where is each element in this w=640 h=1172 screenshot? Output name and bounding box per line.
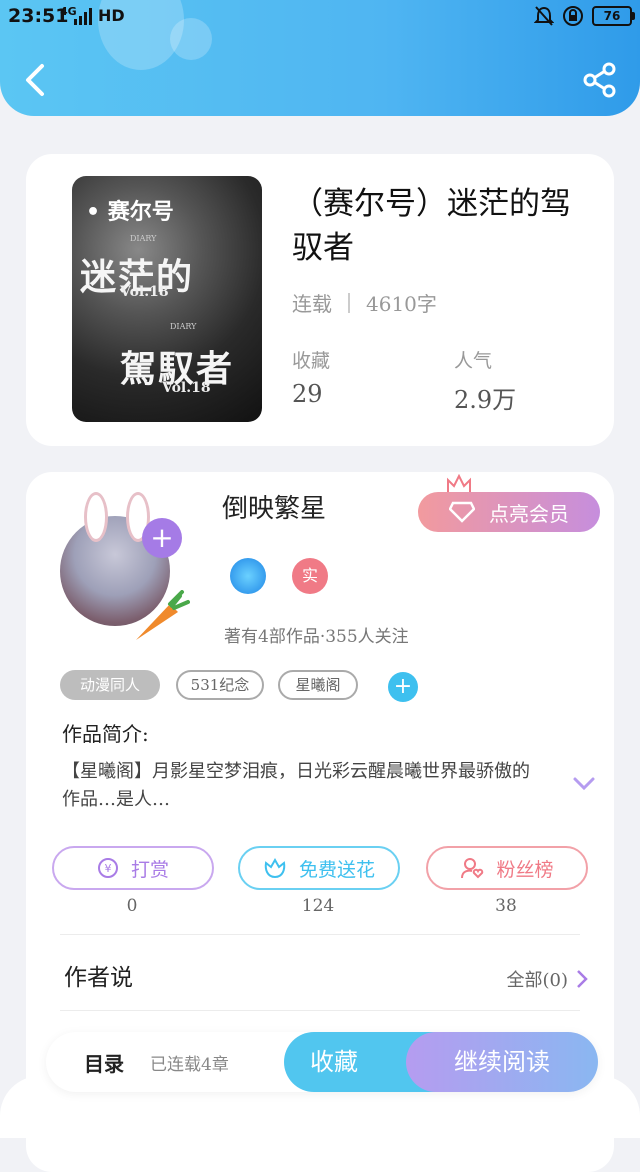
toc-button[interactable]: 目录 [84, 1048, 124, 1077]
bell-mute-icon [534, 6, 554, 26]
divider [60, 1010, 580, 1011]
author-name[interactable]: 倒映繁星 [222, 488, 326, 525]
activate-member-button[interactable]: 点亮会员 [418, 492, 600, 532]
book-meta: 连载 4610字 [292, 288, 437, 317]
fan-count: 38 [495, 896, 517, 916]
tag-531[interactable]: 531纪念 [176, 670, 264, 700]
book-info-card: • 赛尔号 DIARY 迷茫的 Vol.18 DIARY 駕馭者 Vol.18 … [26, 154, 614, 446]
tip-label: 打赏 [130, 858, 169, 881]
yen-icon: ¥ [97, 858, 118, 878]
follow-plus-button[interactable]: + [142, 518, 182, 558]
tip-count: 0 [126, 896, 138, 916]
chevron-right-icon [577, 970, 588, 988]
cover-diary-label: DIARY [170, 322, 197, 331]
favorites-value: 29 [292, 380, 323, 408]
favorites-label: 收藏 [292, 350, 331, 372]
phone-verified-badge-icon [230, 558, 266, 594]
battery-icon: 76 [592, 6, 635, 26]
cover-brand: • 赛尔号 [86, 200, 174, 225]
cover-vol-1: Vol.18 [120, 284, 169, 300]
continue-reading-button[interactable]: 继续阅读 [406, 1032, 598, 1092]
chapter-count: 已连载4章 [150, 1055, 229, 1075]
carrot-icon [136, 590, 190, 640]
fan-ranking-label: 粉丝榜 [496, 858, 554, 881]
meta-separator [348, 292, 350, 313]
status-bar: 23:51 4G HD 76 [0, 0, 640, 34]
send-flower-label: 免费送花 [298, 858, 375, 881]
header-bar: 23:51 4G HD 76 [0, 0, 640, 116]
bottom-action-bar: 目录 已连载4章 收藏 继续阅读 [46, 1032, 598, 1092]
serial-status: 连载 [292, 292, 332, 316]
bunny-ear [84, 492, 108, 542]
word-count: 4610字 [366, 292, 437, 316]
intro-heading: 作品简介: [62, 722, 149, 746]
svg-text:¥: ¥ [104, 862, 111, 875]
author-says-all-link[interactable]: 全部(0) [507, 966, 589, 992]
flower-icon [264, 857, 286, 879]
lock-rotation-icon [563, 6, 583, 26]
tag-xingxige[interactable]: 星曦阁 [278, 670, 358, 700]
cover-diary-label: DIARY [130, 234, 157, 243]
tag-anime-fanfic[interactable]: 动漫同人 [60, 670, 160, 700]
signal-icon [74, 8, 92, 25]
expand-chevron-icon[interactable] [572, 776, 596, 792]
user-heart-icon [461, 858, 484, 879]
cover-vol-2: Vol.18 [162, 380, 211, 396]
intro-text: 【星曦阁】月影星空梦泪痕，日光彩云醒晨曦世界最骄傲的作品…是人… [62, 761, 530, 810]
book-title: （赛尔号）迷茫的驾驭者 [292, 186, 571, 266]
diamond-icon [449, 501, 475, 523]
back-button[interactable] [20, 62, 54, 98]
tip-button[interactable]: ¥ 打赏 [52, 846, 214, 890]
author-works-info: 著有4部作品·355人关注 [224, 627, 409, 647]
author-says-all-label: 全部(0) [506, 970, 569, 991]
fan-ranking-button[interactable]: 粉丝榜 [426, 846, 588, 890]
share-button[interactable] [582, 62, 618, 98]
hd-label: HD [98, 6, 125, 25]
send-flower-button[interactable]: 免费送花 [238, 846, 400, 890]
member-button-label: 点亮会员 [489, 501, 569, 526]
popularity-label: 人气 [454, 350, 493, 372]
flower-count: 124 [301, 896, 335, 916]
popularity-value: 2.9万 [454, 386, 517, 414]
book-cover[interactable]: • 赛尔号 DIARY 迷茫的 Vol.18 DIARY 駕馭者 Vol.18 [72, 176, 262, 422]
add-tag-button[interactable]: + [388, 672, 418, 702]
real-name-badge: 实 [292, 558, 328, 594]
author-says-heading: 作者说 [64, 965, 133, 991]
divider [60, 934, 580, 935]
